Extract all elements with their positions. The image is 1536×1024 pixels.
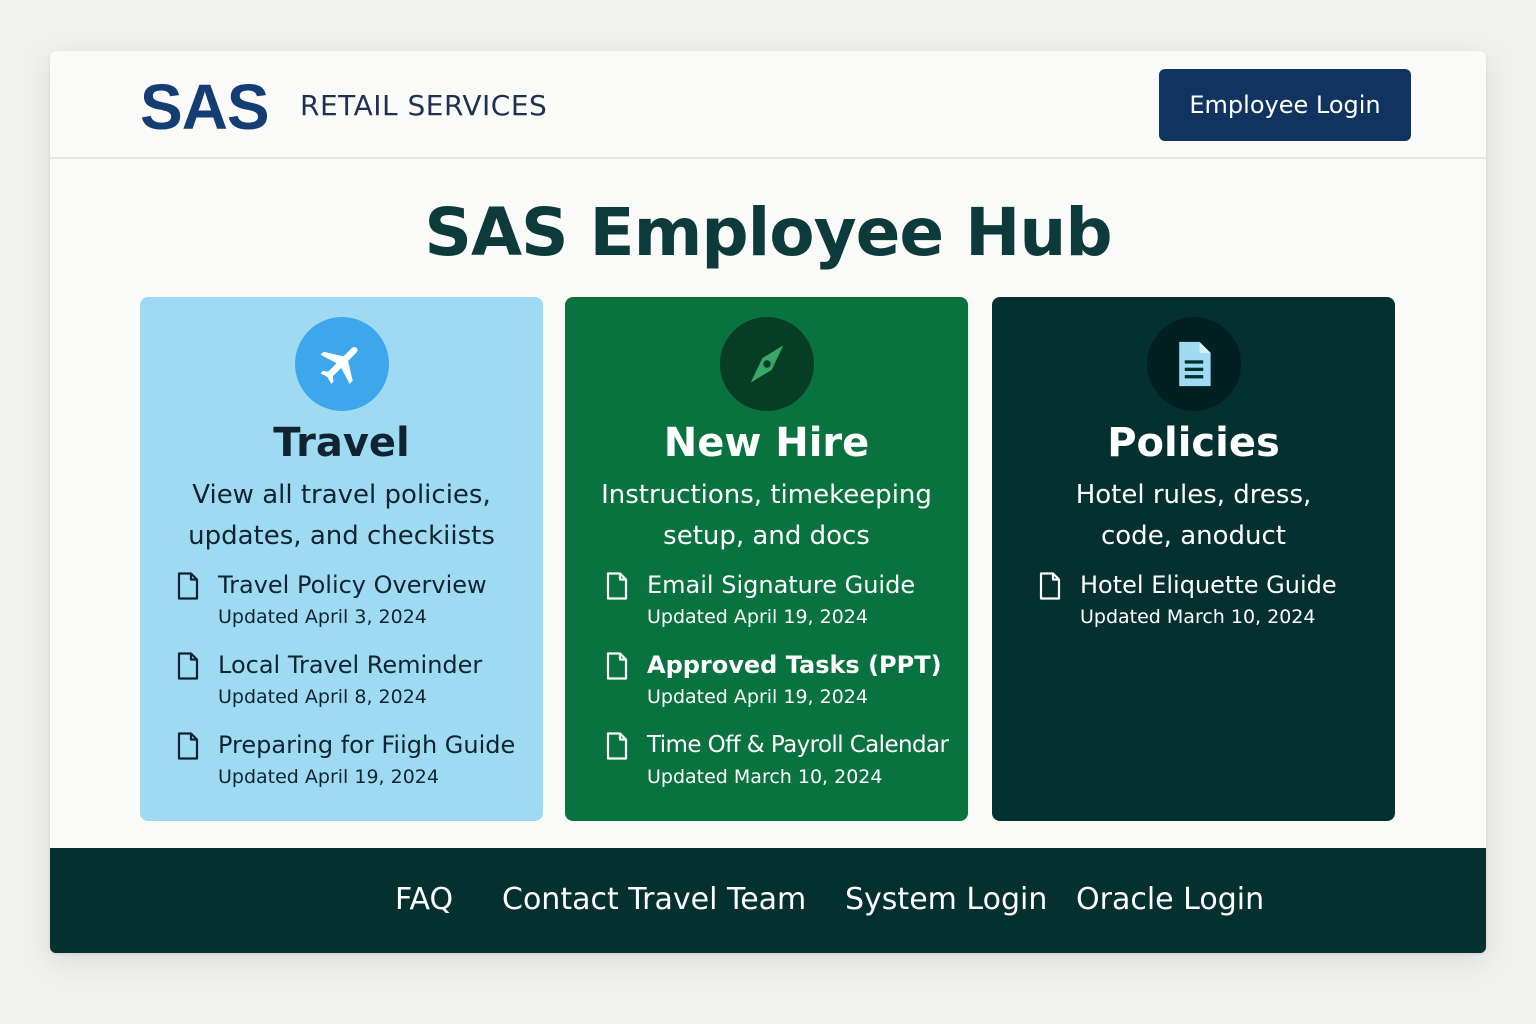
- card-description: Hotel rules, dress, code, anoduct: [1075, 480, 1312, 551]
- file-icon: [606, 572, 628, 600]
- footer-link-contact-travel-team[interactable]: Contact Travel Team: [502, 880, 806, 920]
- document-updated-date: Updated March 10, 2024: [1080, 606, 1316, 628]
- site-header: SAS RETAIL SERVICES Employee Login: [50, 51, 1486, 159]
- header-tagline: RETAIL SERVICES: [300, 89, 548, 122]
- document-name: Preparing for Fiigh Guide: [218, 731, 516, 759]
- sas-logo[interactable]: SAS: [140, 73, 270, 141]
- airplane-icon: [294, 317, 389, 411]
- policies-card: Policies Hotel rules, dress, code, anodu…: [992, 297, 1395, 821]
- document-list: Hotel Eliquette Guide Updated March 10, …: [1038, 569, 1385, 649]
- document-list: Travel Policy Overview Updated April 3, …: [176, 569, 533, 809]
- document-updated-date: Updated April 8, 2024: [218, 686, 427, 708]
- document-link[interactable]: Email Signature Guide Updated April 19, …: [605, 569, 958, 649]
- document-name: Email Signature Guide: [647, 571, 916, 599]
- document-link[interactable]: Travel Policy Overview Updated April 3, …: [176, 569, 533, 649]
- card-title: Policies: [1107, 420, 1280, 466]
- document-updated-date: Updated April 19, 2024: [647, 606, 868, 628]
- document-updated-date: Updated April 19, 2024: [647, 686, 868, 708]
- footer-link-oracle-login[interactable]: Oracle Login: [1076, 880, 1264, 920]
- document-name: Approved Tasks (PPT): [647, 651, 942, 679]
- document-updated-date: Updated April 19, 2024: [218, 766, 439, 788]
- document-name: Travel Policy Overview: [218, 571, 487, 599]
- card-title: Travel: [273, 420, 410, 466]
- footer-link-system-login[interactable]: System Login: [845, 880, 1047, 920]
- file-icon: [177, 652, 199, 680]
- file-icon: [177, 572, 199, 600]
- hub-window: SAS RETAIL SERVICES Employee Login SAS E…: [50, 51, 1486, 953]
- card-description: Instructions, timekeeping setup, and doc…: [601, 480, 932, 551]
- footer-link-faq[interactable]: FAQ: [395, 880, 453, 920]
- card-title: New Hire: [663, 420, 870, 466]
- site-footer: FAQ Contact Travel Team System Login Ora…: [50, 848, 1486, 953]
- document-updated-date: Updated April 3, 2024: [218, 606, 427, 628]
- new-hire-card: New Hire Instructions, timekeeping setup…: [565, 297, 968, 821]
- document-list: Email Signature Guide Updated April 19, …: [605, 569, 958, 809]
- document-name: Time Off & Payroll Calendar: [647, 732, 949, 758]
- file-icon: [606, 732, 628, 760]
- file-icon: [177, 732, 199, 760]
- document-link[interactable]: Preparing for Fiigh Guide Updated April …: [176, 729, 533, 809]
- document-name: Local Travel Reminder: [218, 651, 483, 679]
- document-link[interactable]: Hotel Eliquette Guide Updated March 10, …: [1038, 569, 1385, 649]
- employee-login-button[interactable]: Employee Login: [1159, 69, 1411, 141]
- compass-icon: [719, 317, 814, 411]
- card-description: View all travel policies, updates, and c…: [188, 480, 495, 551]
- document-icon: [1146, 317, 1241, 411]
- page-title: SAS Employee Hub: [424, 194, 1112, 271]
- document-name: Hotel Eliquette Guide: [1080, 571, 1337, 599]
- travel-card: Travel View all travel policies, updates…: [140, 297, 543, 821]
- document-link[interactable]: Local Travel Reminder Updated April 8, 2…: [176, 649, 533, 729]
- document-link[interactable]: Time Off & Payroll Calendar Updated Marc…: [605, 729, 958, 809]
- file-icon: [1039, 572, 1061, 600]
- document-link[interactable]: Approved Tasks (PPT) Updated April 19, 2…: [605, 649, 958, 729]
- document-updated-date: Updated March 10, 2024: [647, 766, 883, 788]
- file-icon: [606, 652, 628, 680]
